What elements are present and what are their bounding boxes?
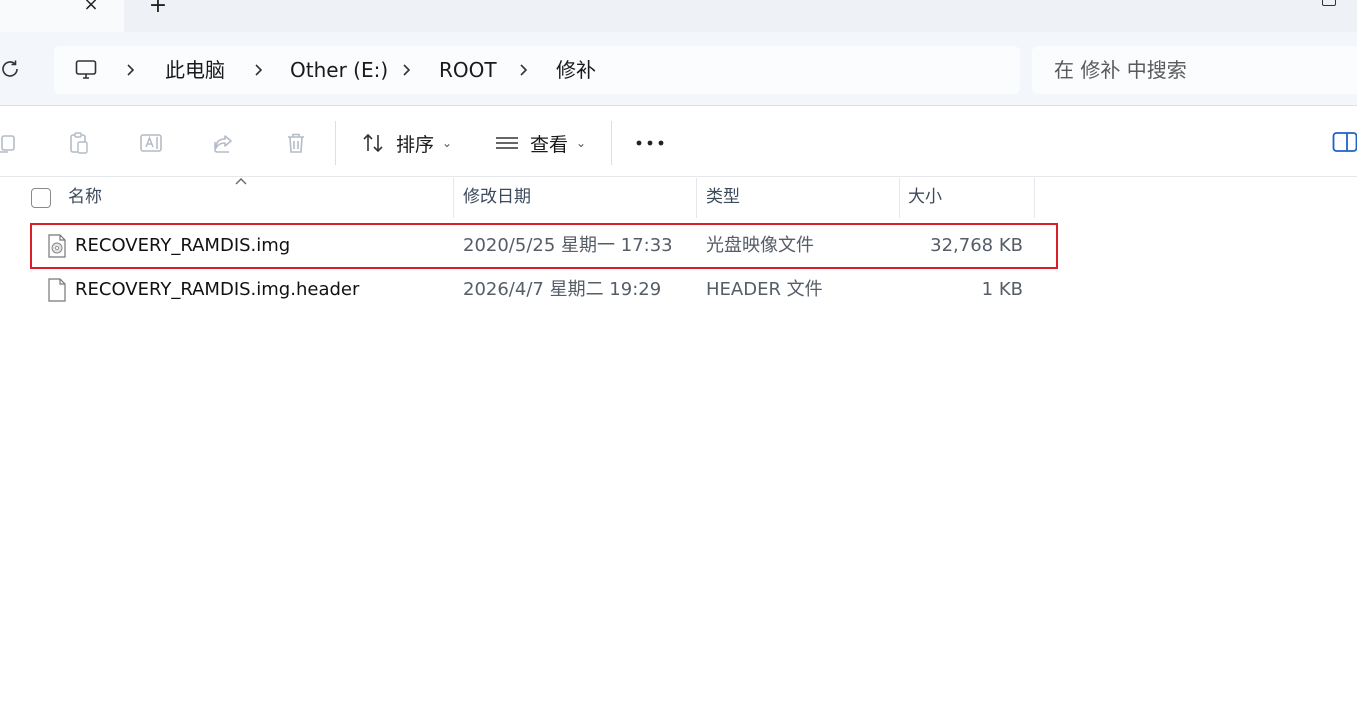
file-modified-date: 2020/5/25 星期一 17:33 <box>463 235 673 256</box>
file-modified-date: 2026/4/7 星期二 19:29 <box>463 279 662 300</box>
sort-icon <box>363 133 383 153</box>
file-size: 32,768 KB <box>930 235 1023 256</box>
chevron-down-icon: ⌄ <box>576 136 587 150</box>
column-size-label: 大小 <box>908 187 942 207</box>
file-name[interactable]: RECOVERY_RAMDIS.img.header <box>75 280 359 300</box>
file-name[interactable]: RECOVERY_RAMDIS.img <box>75 236 290 256</box>
file-type: 光盘映像文件 <box>706 235 814 256</box>
address-bar[interactable]: 此电脑 Other (E:) ROOT 修补 <box>54 46 1020 94</box>
sort-label: 排序 <box>396 133 435 156</box>
file-type: HEADER 文件 <box>706 279 823 300</box>
refresh-icon[interactable] <box>0 57 22 81</box>
breadcrumb-this-pc[interactable]: 此电脑 <box>165 59 225 81</box>
toolbar-divider <box>611 121 612 165</box>
address-row: 此电脑 Other (E:) ROOT 修补 在 修补 中搜索 <box>0 32 1357 106</box>
column-type-label: 类型 <box>706 187 740 207</box>
view-label: 查看 <box>530 133 569 156</box>
command-bar: 排序 ⌄ 查看 ⌄ <box>0 107 1357 177</box>
chevron-right-icon[interactable] <box>124 59 138 81</box>
delete-icon[interactable] <box>283 130 309 156</box>
copy-icon[interactable] <box>0 130 20 156</box>
column-header-name[interactable]: 名称 <box>0 178 454 218</box>
search-box[interactable]: 在 修补 中搜索 <box>1032 46 1357 94</box>
disc-image-file-icon <box>48 234 66 258</box>
breadcrumb-current-folder[interactable]: 修补 <box>556 59 596 81</box>
search-placeholder: 在 修补 中搜索 <box>1054 58 1187 82</box>
blank-file-icon <box>48 278 66 302</box>
breadcrumb-drive[interactable]: Other (E:) <box>290 59 388 81</box>
breadcrumb-root[interactable]: ROOT <box>439 59 497 81</box>
tab-close-icon[interactable]: × <box>80 0 102 16</box>
share-icon[interactable] <box>211 130 237 156</box>
file-size: 1 KB <box>981 279 1023 300</box>
column-date-label: 修改日期 <box>463 187 531 207</box>
column-header-row: 名称 修改日期 类型 大小 <box>0 178 1357 218</box>
new-tab-icon[interactable]: + <box>146 0 170 18</box>
chevron-right-icon[interactable] <box>517 59 531 81</box>
file-row[interactable]: RECOVERY_RAMDIS.img 2020/5/25 星期一 17:33 … <box>30 223 1058 269</box>
column-header-type[interactable]: 类型 <box>697 178 900 218</box>
chevron-right-icon[interactable] <box>252 59 266 81</box>
column-header-size[interactable]: 大小 <box>900 178 1035 218</box>
restore-window-icon[interactable] <box>1322 0 1336 6</box>
file-row[interactable]: RECOVERY_RAMDIS.img.header 2026/4/7 星期二 … <box>31 268 1057 312</box>
sort-ascending-icon <box>235 178 247 185</box>
toolbar-divider <box>335 121 336 165</box>
chevron-down-icon: ⌄ <box>442 136 453 150</box>
paste-icon[interactable] <box>66 130 92 156</box>
sort-button[interactable]: 排序 ⌄ <box>360 128 452 158</box>
details-pane-icon[interactable] <box>1332 131 1357 153</box>
tab-strip: × + <box>0 0 1357 32</box>
chevron-right-icon[interactable] <box>400 59 414 81</box>
column-header-date[interactable]: 修改日期 <box>454 178 697 218</box>
view-button[interactable]: 查看 ⌄ <box>494 128 586 158</box>
select-all-checkbox[interactable] <box>31 188 51 208</box>
column-name-label: 名称 <box>68 187 102 207</box>
rename-icon[interactable] <box>138 130 164 156</box>
view-icon <box>496 137 518 149</box>
more-options-icon[interactable] <box>636 140 664 146</box>
active-tab[interactable]: × <box>0 0 124 32</box>
computer-icon[interactable] <box>74 58 98 82</box>
